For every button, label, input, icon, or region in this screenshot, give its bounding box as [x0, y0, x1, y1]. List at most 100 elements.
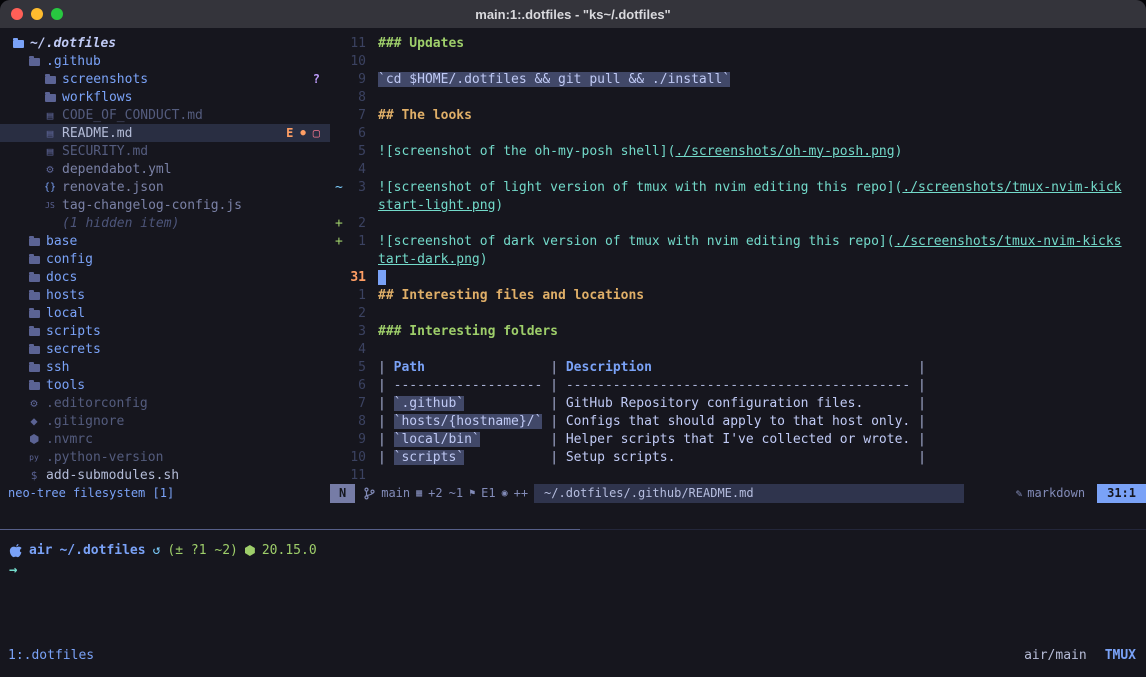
line-text: ### Updates — [366, 36, 464, 51]
line-text: `cd $HOME/.dotfiles && git pull && ./ins… — [366, 72, 730, 87]
gutter-sign — [330, 468, 344, 483]
line-number: 1 — [344, 234, 366, 249]
shell-icon: $ — [26, 469, 42, 482]
mode-indicator: N — [330, 484, 355, 503]
gutter-sign — [330, 396, 344, 411]
tree-item-renovate.json[interactable]: {}renovate.json — [0, 178, 330, 196]
editor-line[interactable]: +2 — [330, 214, 1146, 232]
gutter-sign — [330, 414, 344, 429]
gutter-sign — [330, 108, 344, 123]
titlebar[interactable]: main:1:.dotfiles - "ks~/.dotfiles" — [0, 0, 1146, 28]
editor-line[interactable]: tart-dark.png) — [330, 250, 1146, 268]
editor-pane[interactable]: 11### Updates 10 9`cd $HOME/.dotfiles &&… — [330, 28, 1146, 484]
tree-item-add-submodules.sh[interactable]: $add-submodules.sh — [0, 466, 330, 484]
editor-line[interactable]: 3### Interesting folders — [330, 322, 1146, 340]
tree-item--1-hidden-item-[interactable]: (1 hidden item) — [0, 214, 330, 232]
line-text: ![screenshot of the oh-my-posh shell](./… — [366, 144, 902, 159]
tmux-status-bar: 1:.dotfiles air/main TMUX — [0, 645, 1146, 677]
gutter-sign: + — [330, 216, 344, 231]
tmux-badge: TMUX — [1105, 648, 1136, 663]
editor-line[interactable]: 4 — [330, 340, 1146, 358]
editor-line[interactable]: 4 — [330, 160, 1146, 178]
line-number: 8 — [344, 90, 366, 105]
tree-item-base[interactable]: base — [0, 232, 330, 250]
line-text: | `scripts` | Setup scripts. | — [366, 450, 926, 465]
neo-tree-status: neo-tree filesystem [1] — [0, 484, 330, 503]
gutter-sign — [330, 90, 344, 105]
tree-item-hosts[interactable]: hosts — [0, 286, 330, 304]
tree-item-dependabot.yml[interactable]: ⚙dependabot.yml — [0, 160, 330, 178]
close-button[interactable] — [11, 8, 23, 20]
shell-prompt: air ~/.dotfiles ↺ (± ?1 ~2) 20.15.0 — [9, 541, 1136, 560]
editor-line[interactable]: 7| `.github` | GitHub Repository configu… — [330, 394, 1146, 412]
shell-pane[interactable]: air ~/.dotfiles ↺ (± ?1 ~2) 20.15.0 → 1:… — [0, 530, 1146, 677]
tree-item-readme.md[interactable]: ▤README.mdE●▢ — [0, 124, 330, 142]
editor-line[interactable]: 9`cd $HOME/.dotfiles && git pull && ./in… — [330, 70, 1146, 88]
editor-line[interactable]: 10| `scripts` | Setup scripts. | — [330, 448, 1146, 466]
tree-item-.editorconfig[interactable]: ⚙.editorconfig — [0, 394, 330, 412]
editor-line[interactable]: 5![screenshot of the oh-my-posh shell](.… — [330, 142, 1146, 160]
gutter-sign — [330, 288, 344, 303]
tree-item-screenshots[interactable]: screenshots? — [0, 70, 330, 88]
tmux-window-name[interactable]: 1:.dotfiles — [8, 648, 94, 663]
editor-line[interactable]: 6 — [330, 124, 1146, 142]
minimize-button[interactable] — [31, 8, 43, 20]
editor-line[interactable]: 10 — [330, 52, 1146, 70]
gutter-sign — [330, 36, 344, 51]
editor-line[interactable]: 8 — [330, 88, 1146, 106]
tree-item-code-of-conduct.md[interactable]: ▤CODE_OF_CONDUCT.md — [0, 106, 330, 124]
tree-item-~-.dotfiles[interactable]: ~/.dotfiles — [0, 34, 330, 52]
diff-icon: ▦ — [416, 484, 422, 503]
editor-line[interactable]: 6| ------------------- | ---------------… — [330, 376, 1146, 394]
line-text: | `local/bin` | Helper scripts that I've… — [366, 432, 926, 447]
tree-item-tools[interactable]: tools — [0, 376, 330, 394]
line-number: 8 — [344, 414, 366, 429]
line-number: 5 — [344, 360, 366, 375]
tree-item-.python-version[interactable]: py.python-version — [0, 448, 330, 466]
editor-line[interactable]: 8| `hosts/{hostname}/` | Configs that sh… — [330, 412, 1146, 430]
tree-item-label: config — [46, 252, 93, 267]
editor-line[interactable]: 31 — [330, 268, 1146, 286]
tree-item-local[interactable]: local — [0, 304, 330, 322]
tree-item-tag-changelog-config.js[interactable]: JStag-changelog-config.js — [0, 196, 330, 214]
tree-item-docs[interactable]: docs — [0, 268, 330, 286]
tree-item-.nvmrc[interactable]: .nvmrc — [0, 430, 330, 448]
editor-line[interactable]: start-light.png) — [330, 196, 1146, 214]
zoom-button[interactable] — [51, 8, 63, 20]
line-text: tart-dark.png) — [366, 252, 488, 267]
gutter-sign — [330, 342, 344, 357]
editor-line[interactable]: 11 — [330, 466, 1146, 484]
markdown-icon: ▤ — [42, 109, 58, 122]
folder-open-icon — [10, 39, 26, 48]
line-number: 9 — [344, 72, 366, 87]
gutter-sign — [330, 324, 344, 339]
tree-item-security.md[interactable]: ▤SECURITY.md — [0, 142, 330, 160]
editor-line[interactable]: 9| `local/bin` | Helper scripts that I'v… — [330, 430, 1146, 448]
tree-item-scripts[interactable]: scripts — [0, 322, 330, 340]
editor-line[interactable]: 5| Path | Description | — [330, 358, 1146, 376]
editor-line[interactable]: 2 — [330, 304, 1146, 322]
editor-line[interactable]: 1## Interesting files and locations — [330, 286, 1146, 304]
tree-item-config[interactable]: config — [0, 250, 330, 268]
editor-line[interactable]: 11### Updates — [330, 34, 1146, 52]
traffic-lights — [11, 8, 63, 20]
line-text: ## Interesting files and locations — [366, 288, 644, 303]
folder-icon — [26, 363, 42, 372]
terminal-window: main:1:.dotfiles - "ks~/.dotfiles" ~/.do… — [0, 0, 1146, 677]
tree-item-.github[interactable]: .github — [0, 52, 330, 70]
tree-item-label: docs — [46, 270, 77, 285]
tree-item-label: README.md — [62, 126, 132, 141]
gutter-sign — [330, 54, 344, 69]
editor-line[interactable]: +1![screenshot of dark version of tmux w… — [330, 232, 1146, 250]
tree-item-ssh[interactable]: ssh — [0, 358, 330, 376]
tree-item-workflows[interactable]: workflows — [0, 88, 330, 106]
tree-item-secrets[interactable]: secrets — [0, 340, 330, 358]
editor-line[interactable]: 7## The looks — [330, 106, 1146, 124]
gutter-sign — [330, 198, 344, 213]
braces-icon: {} — [42, 182, 58, 193]
editor-line[interactable]: ~3![screenshot of light version of tmux … — [330, 178, 1146, 196]
line-number: 7 — [344, 108, 366, 123]
tree-item-.gitignore[interactable]: ◆.gitignore — [0, 412, 330, 430]
git-status-badge: E — [286, 126, 293, 140]
line-text: ## The looks — [366, 108, 472, 123]
